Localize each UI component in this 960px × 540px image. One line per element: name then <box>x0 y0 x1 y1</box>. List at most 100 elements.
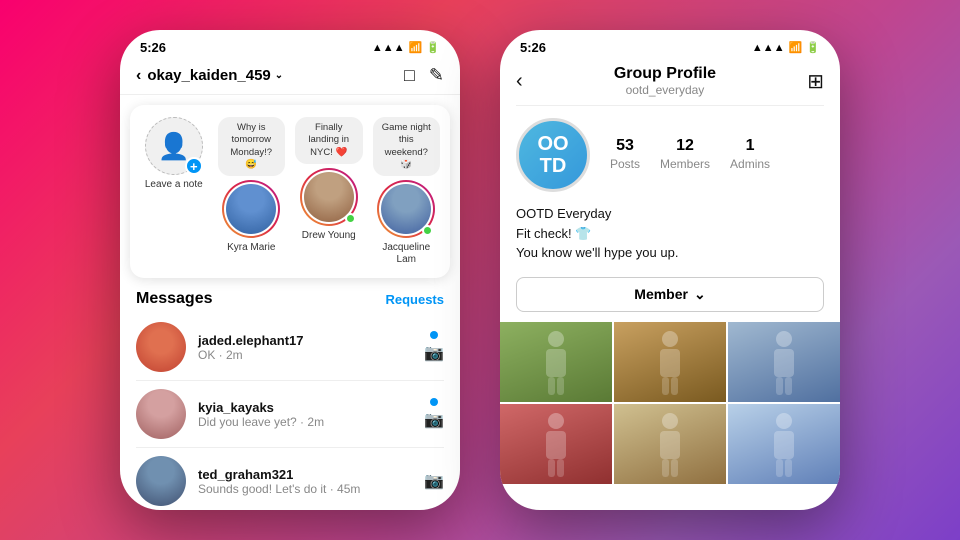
person-icon: 👤 <box>158 131 190 162</box>
jaded-info: jaded.elephant17 OK · 2m <box>198 333 412 362</box>
nav-username-area[interactable]: ‹ okay_kaiden_459 ⌄ <box>136 67 283 85</box>
message-item-kyia[interactable]: kyia_kayaks Did you leave yet? · 2m 📷 <box>120 381 460 447</box>
ted-username: ted_graham321 <box>198 467 412 482</box>
video-icon[interactable]: □ <box>404 65 415 86</box>
messages-title: Messages <box>136 290 213 308</box>
kyra-avatar-gradient <box>222 180 280 238</box>
requests-link[interactable]: Requests <box>385 292 444 307</box>
nav-actions-left: □ ✎ <box>404 65 444 86</box>
story-item-kyra[interactable]: Why is tomorrow Monday!? 😅 Kyra Marie <box>218 117 286 254</box>
posts-label: Posts <box>610 157 640 171</box>
story-item-leave-note[interactable]: 👤 + Leave a note <box>140 117 208 191</box>
jacqueline-avatar-wrap <box>377 180 435 238</box>
jacqueline-name: Jacqueline Lam <box>374 242 439 266</box>
grid-cell-4[interactable] <box>500 404 612 484</box>
stories-row: 👤 + Leave a note Why is tomorrow Monday!… <box>140 117 440 266</box>
kyia-preview: Did you leave yet? · 2m <box>198 415 412 429</box>
kyra-avatar <box>226 184 276 234</box>
nav-bar-left: ‹ okay_kaiden_459 ⌄ □ ✎ <box>120 59 460 95</box>
back-arrow-right[interactable]: ‹ <box>516 70 523 93</box>
wifi-icon-right: 📶 <box>789 41 803 54</box>
status-time-right: 5:26 <box>520 40 546 55</box>
status-icons-right: ▲▲▲ 📶 🔋 <box>752 41 820 54</box>
right-phone: 5:26 ▲▲▲ 📶 🔋 ‹ Group Profile ootd_everyd… <box>500 30 840 510</box>
photo-grid <box>500 322 840 484</box>
member-chevron-icon: ⌄ <box>694 286 706 303</box>
ted-avatar <box>136 456 186 506</box>
battery-icon-right: 🔋 <box>806 41 820 54</box>
ted-msg-right: 📷 <box>424 471 444 491</box>
person-silhouette-1 <box>536 327 576 397</box>
status-bar-left: 5:26 ▲▲▲ 📶 🔋 <box>120 30 460 59</box>
jacqueline-bubble: Game night this weekend? 🎲 <box>373 117 441 176</box>
back-arrow-left[interactable]: ‹ <box>136 67 141 85</box>
add-note-button[interactable]: + <box>185 157 203 175</box>
admins-label: Admins <box>730 157 770 171</box>
jaded-preview: OK · 2m <box>198 348 412 362</box>
person-silhouette-2 <box>650 327 690 397</box>
group-logo: OOTD <box>516 118 590 192</box>
ted-preview: Sounds good! Let's do it · 45m <box>198 482 412 496</box>
bio-line-3: You know we'll hype you up. <box>516 243 824 263</box>
group-title: Group Profile <box>614 65 716 83</box>
grid-cell-6[interactable] <box>728 404 840 484</box>
leave-note-label: Leave a note <box>145 179 203 191</box>
grid-cell-1[interactable] <box>500 322 612 402</box>
message-item-ted[interactable]: ted_graham321 Sounds good! Let's do it ·… <box>120 448 460 510</box>
group-nav: ‹ Group Profile ootd_everyday ⊞ <box>500 59 840 105</box>
story-item-jacqueline[interactable]: Game night this weekend? 🎲 Jacqueline La… <box>373 117 441 266</box>
kyia-username: kyia_kayaks <box>198 400 412 415</box>
stat-posts: 53 Posts <box>610 137 640 173</box>
kyia-msg-right: 📷 <box>424 398 444 430</box>
person-silhouette-4 <box>536 409 576 479</box>
status-time-left: 5:26 <box>140 40 166 55</box>
signal-icon: ▲▲▲ <box>372 42 405 54</box>
jacqueline-online-dot <box>422 225 433 236</box>
grid-cell-2[interactable] <box>614 322 726 402</box>
person-silhouette-3 <box>764 327 804 397</box>
jaded-msg-right: 📷 <box>424 331 444 363</box>
username-label: okay_kaiden_459 <box>147 67 270 84</box>
grid-cell-5[interactable] <box>614 404 726 484</box>
compose-icon[interactable]: ✎ <box>429 65 444 86</box>
add-group-button[interactable]: ⊞ <box>807 69 824 94</box>
jaded-avatar <box>136 322 186 372</box>
status-bar-right: 5:26 ▲▲▲ 📶 🔋 <box>500 30 840 59</box>
person-silhouette-6 <box>764 409 804 479</box>
drew-online-dot <box>345 213 356 224</box>
ted-info: ted_graham321 Sounds good! Let's do it ·… <box>198 467 412 496</box>
kyra-name: Kyra Marie <box>227 242 275 254</box>
posts-count: 53 <box>610 137 640 155</box>
battery-icon: 🔋 <box>426 41 440 54</box>
story-item-drew[interactable]: Finally landing in NYC! ❤️ Drew Young <box>295 117 363 242</box>
member-button-label: Member <box>634 286 688 302</box>
camera-icon-ted[interactable]: 📷 <box>424 471 444 491</box>
group-bio: OOTD Everyday Fit check! 👕 You know we'l… <box>500 204 840 273</box>
group-handle: ootd_everyday <box>614 83 716 97</box>
message-item-jaded[interactable]: jaded.elephant17 OK · 2m 📷 <box>120 314 460 380</box>
chevron-down-icon: ⌄ <box>275 70 283 81</box>
members-count: 12 <box>660 137 710 155</box>
grid-cell-3[interactable] <box>728 322 840 402</box>
stat-members: 12 Members <box>660 137 710 173</box>
person-silhouette-5 <box>650 409 690 479</box>
messages-header: Messages Requests <box>120 278 460 314</box>
camera-icon-kyia[interactable]: 📷 <box>424 410 444 430</box>
group-stats: 53 Posts 12 Members 1 Admins <box>610 137 770 173</box>
drew-avatar-wrap <box>300 168 358 226</box>
group-title-wrap: Group Profile ootd_everyday <box>614 65 716 97</box>
stat-admins: 1 Admins <box>730 137 770 173</box>
camera-icon-jaded[interactable]: 📷 <box>424 343 444 363</box>
wifi-icon: 📶 <box>409 41 423 54</box>
member-button[interactable]: Member ⌄ <box>516 277 824 312</box>
drew-bubble: Finally landing in NYC! ❤️ <box>295 117 363 164</box>
signal-icon-right: ▲▲▲ <box>752 42 785 54</box>
admins-count: 1 <box>730 137 770 155</box>
kyia-info: kyia_kayaks Did you leave yet? · 2m <box>198 400 412 429</box>
stories-card: 👤 + Leave a note Why is tomorrow Monday!… <box>130 105 450 278</box>
kyia-unread-dot <box>430 398 438 406</box>
members-label: Members <box>660 157 710 171</box>
drew-name: Drew Young <box>302 230 356 242</box>
kyra-avatar-inner <box>224 182 278 236</box>
jaded-unread-dot <box>430 331 438 339</box>
